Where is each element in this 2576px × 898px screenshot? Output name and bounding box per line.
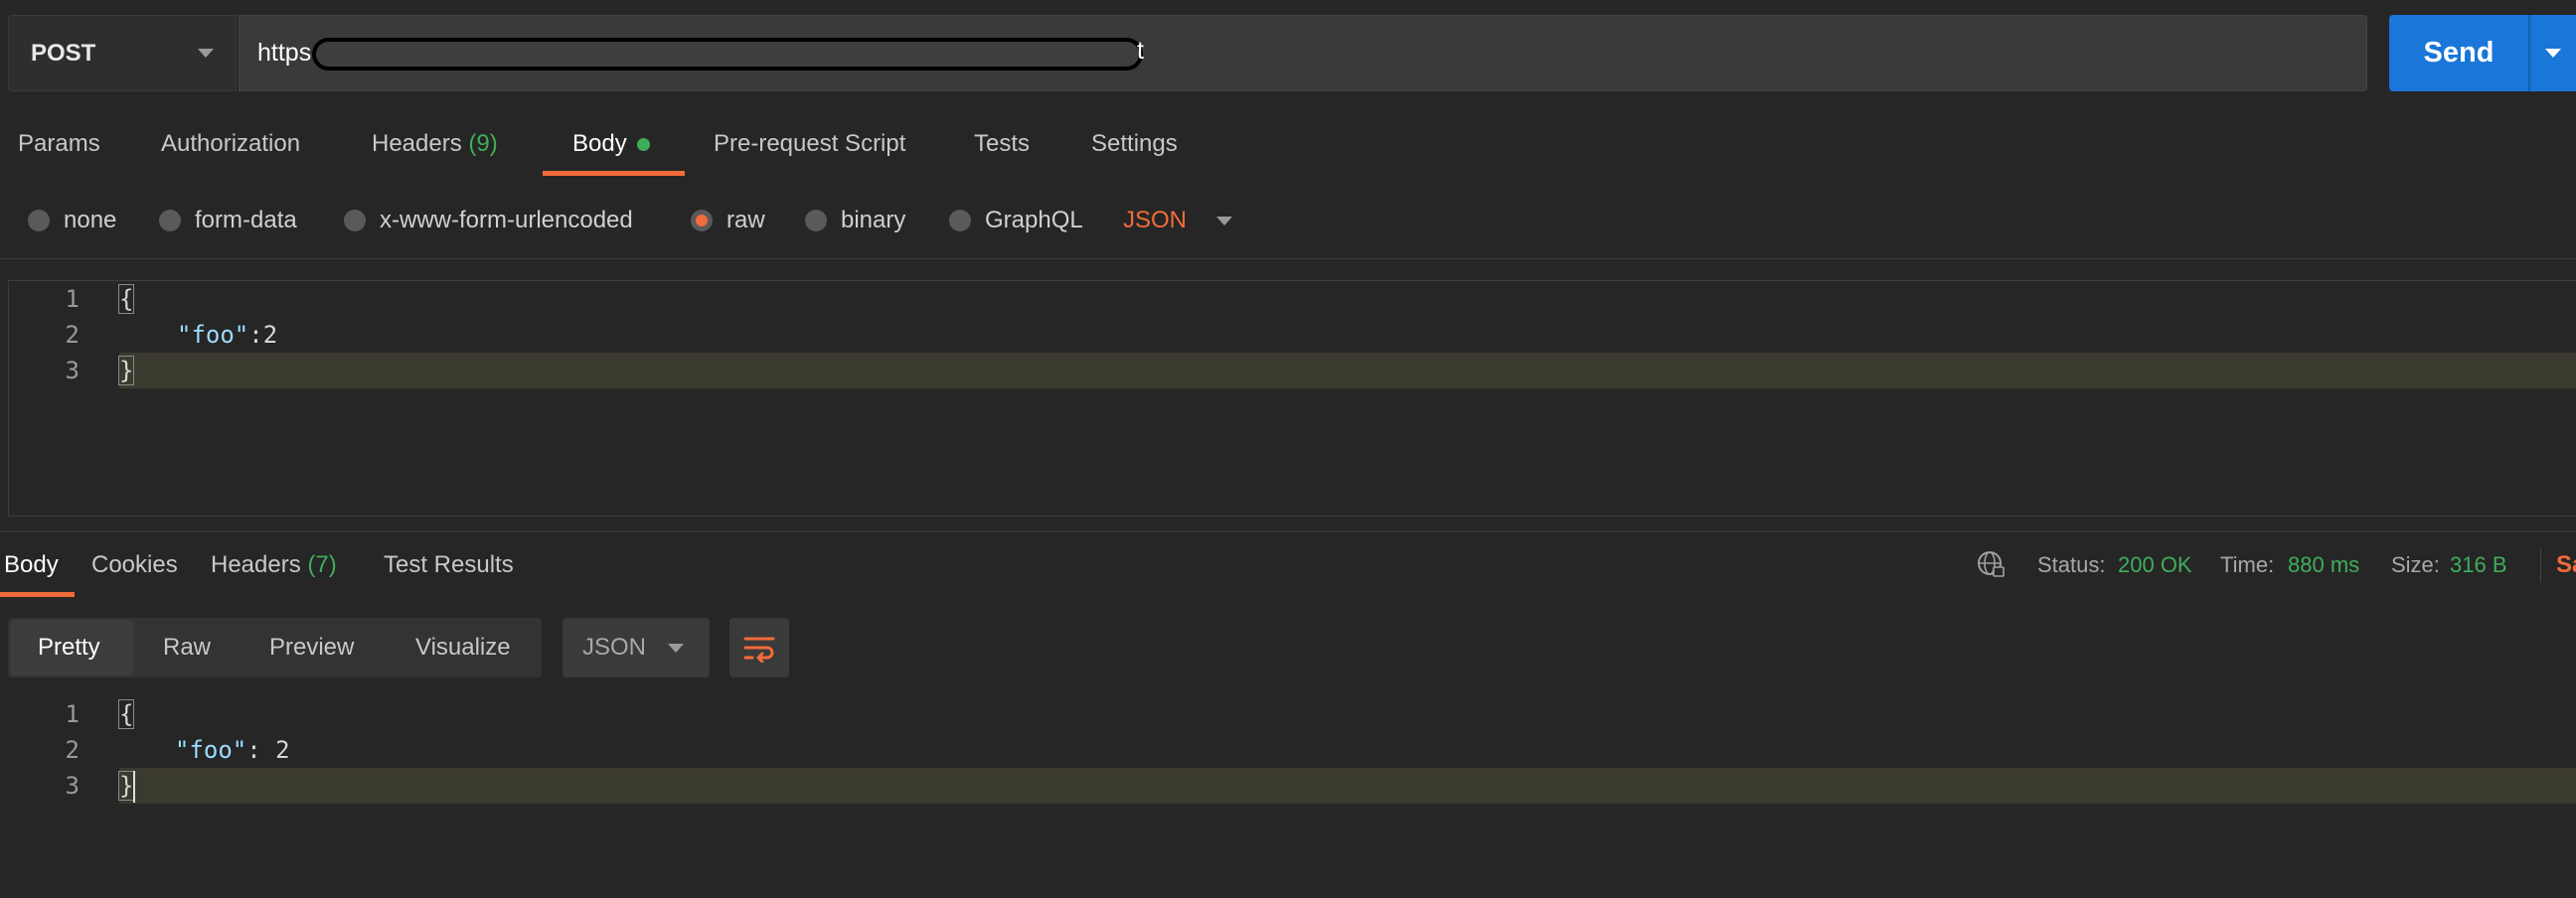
radio-none[interactable]: none <box>28 204 116 237</box>
globe-icon[interactable] <box>1976 549 2006 579</box>
response-code-line-2: "foo": 2 <box>175 736 290 764</box>
tab-params[interactable]: Params <box>18 130 100 158</box>
url-text-end: t <box>1137 37 1144 65</box>
code-line-3: } <box>117 356 135 385</box>
radio-circle-icon <box>28 210 50 231</box>
radio-urlencoded[interactable]: x-www-form-urlencoded <box>344 204 633 237</box>
view-mode-visualize[interactable]: Visualize <box>415 634 511 662</box>
url-text-start: https <box>257 39 312 67</box>
save-response-button[interactable]: Sa <box>2556 551 2576 579</box>
size-value: 316 B <box>2450 552 2507 577</box>
request-body-editor[interactable] <box>8 280 2576 517</box>
tab-body[interactable]: Body <box>572 130 650 158</box>
line-number: 1 <box>65 700 80 728</box>
status-label: Status: <box>2037 552 2106 577</box>
url-redaction <box>312 38 1143 71</box>
response-code-line-3: } <box>117 771 135 801</box>
radio-circle-icon <box>805 210 827 231</box>
body-format-select[interactable]: JSON <box>1123 204 1233 237</box>
active-tab-underline <box>543 171 685 176</box>
chevron-down-icon <box>668 643 684 653</box>
current-line-highlight <box>119 353 2576 388</box>
tab-pre-request-script[interactable]: Pre-request Script <box>714 130 905 158</box>
tab-authorization[interactable]: Authorization <box>161 130 300 158</box>
line-number: 3 <box>65 772 80 800</box>
method-select[interactable]: POST <box>8 15 237 91</box>
tab-settings[interactable]: Settings <box>1091 130 1178 158</box>
line-number: 2 <box>65 736 80 764</box>
response-code-line-1: { <box>117 699 135 729</box>
wrap-lines-button[interactable] <box>729 618 789 677</box>
resize-handle[interactable] <box>0 530 2576 532</box>
view-mode-raw[interactable]: Raw <box>163 634 211 662</box>
radio-form-data[interactable]: form-data <box>159 204 297 237</box>
chevron-down-icon <box>2545 49 2561 58</box>
method-label: POST <box>31 39 96 67</box>
response-tab-cookies[interactable]: Cookies <box>91 551 178 579</box>
tab-headers[interactable]: Headers (9) <box>372 130 498 158</box>
size-label: Size: <box>2391 552 2440 577</box>
body-indicator-dot-icon <box>636 138 650 152</box>
radio-circle-icon <box>344 210 366 231</box>
status-value: 200 OK <box>2118 552 2192 577</box>
time-value: 880 ms <box>2288 552 2360 577</box>
active-response-tab-underline <box>0 592 75 597</box>
current-line-highlight <box>119 768 2576 804</box>
view-mode-pretty[interactable]: Pretty <box>38 634 100 662</box>
code-line-1: { <box>117 284 135 314</box>
response-format-select[interactable]: JSON <box>563 618 710 677</box>
line-number: 3 <box>65 357 80 384</box>
response-tab-body[interactable]: Body <box>4 551 59 579</box>
line-number: 2 <box>65 321 80 349</box>
tab-tests[interactable]: Tests <box>974 130 1030 158</box>
code-line-2: "foo":2 <box>177 321 278 349</box>
wrap-lines-icon <box>743 637 775 663</box>
divider <box>2540 548 2541 582</box>
text-cursor <box>133 771 135 803</box>
send-button[interactable]: Send <box>2389 15 2528 91</box>
chevron-down-icon <box>1216 216 1233 225</box>
response-headers-count: (7) <box>307 551 337 578</box>
radio-selected-icon <box>691 210 713 231</box>
headers-count: (9) <box>468 130 498 157</box>
radio-raw[interactable]: raw <box>691 204 765 237</box>
response-tab-test-results[interactable]: Test Results <box>384 551 514 579</box>
time-label: Time: <box>2220 552 2275 577</box>
view-mode-preview[interactable]: Preview <box>269 634 354 662</box>
radio-circle-icon <box>949 210 971 231</box>
chevron-down-icon <box>198 49 214 58</box>
send-options-button[interactable] <box>2528 15 2576 91</box>
line-number: 1 <box>65 285 80 313</box>
response-tab-headers[interactable]: Headers (7) <box>211 551 337 579</box>
radio-circle-icon <box>159 210 181 231</box>
divider <box>0 258 2576 259</box>
radio-graphql[interactable]: GraphQL <box>949 204 1083 237</box>
radio-binary[interactable]: binary <box>805 204 905 237</box>
